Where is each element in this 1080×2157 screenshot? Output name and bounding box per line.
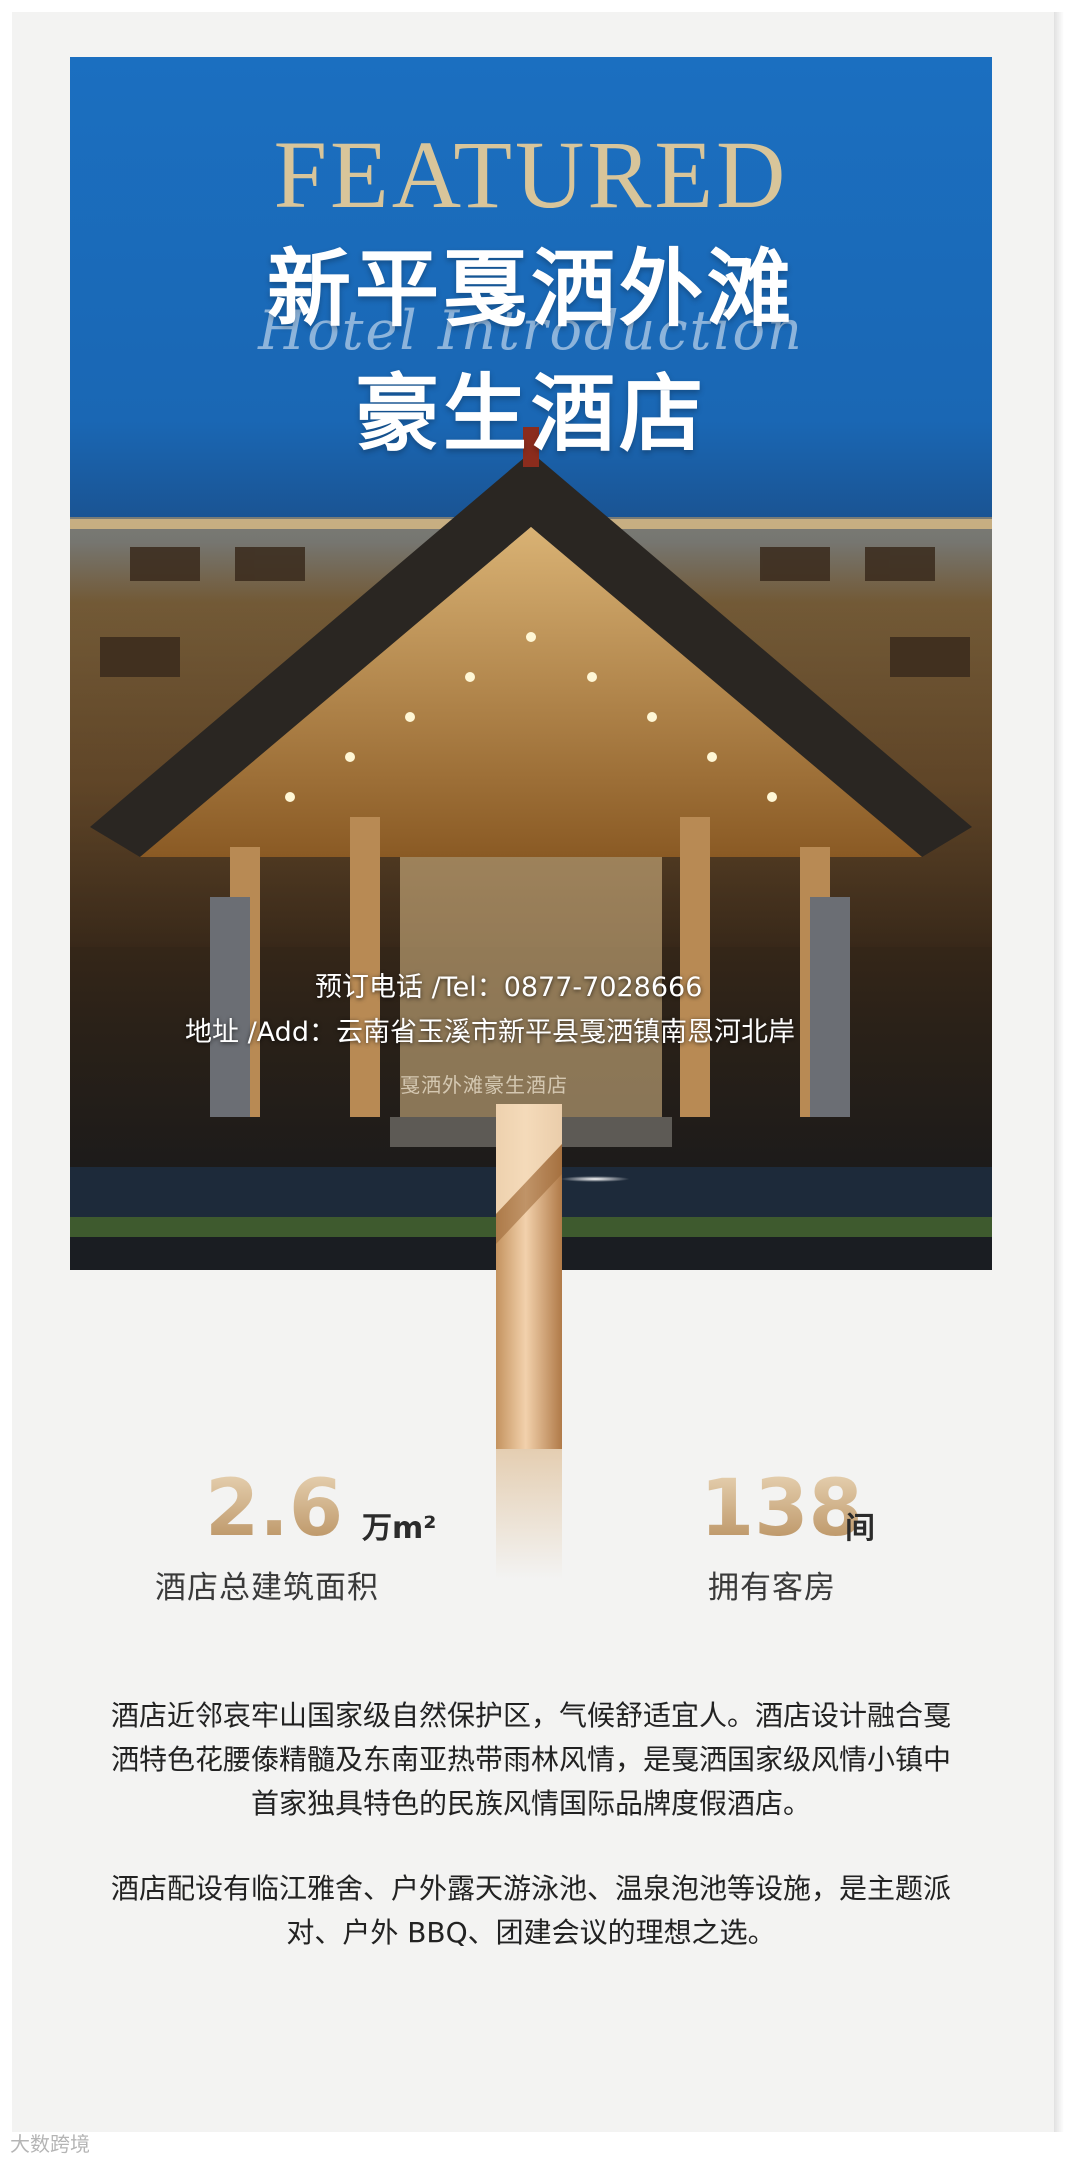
hotel-name-line1: 新平戛洒外滩 <box>266 240 795 338</box>
gold-ornament-bevel <box>496 1104 562 1254</box>
stat-area-value: 2.6 <box>205 1464 344 1554</box>
description-paragraph-1: 酒店近邻哀牢山国家级自然保护区，气候舒适宜人。酒店设计融合戛 洒特色花腰傣精髓及… <box>70 1694 992 1826</box>
entrance-sign: 戛洒外滩豪生酒店 <box>400 1073 568 1097</box>
hotel-photo: FEATURED Hotel Introduction 新平戛洒外滩 豪生酒店 … <box>70 57 992 1270</box>
stat-area-unit: 万m² <box>362 1511 437 1546</box>
description-paragraph-2: 酒店配设有临江雅舍、户外露天游泳池、温泉泡池等设施，是主题派 对、户外 BBQ、… <box>70 1867 992 1955</box>
featured-heading: FEATURED <box>273 121 789 228</box>
booking-phone: 预订电话 /Tel：0877-7028666 <box>315 972 703 1003</box>
sparkle-highlight <box>560 1176 630 1182</box>
text-line: 洒特色花腰傣精髓及东南亚热带雨林风情，是戛洒国家级风情小镇中 <box>110 1743 951 1776</box>
stat-rooms-unit: 间 <box>845 1511 875 1546</box>
hotel-name-line2: 豪生酒店 <box>354 365 707 463</box>
stat-area-label: 酒店总建筑面积 <box>155 1570 379 1606</box>
text-line: 酒店近邻哀牢山国家级自然保护区，气候舒适宜人。酒店设计融合戛 <box>110 1699 951 1732</box>
card-shadow <box>1054 12 1064 2132</box>
text-line: 酒店配设有临江雅舍、户外露天游泳池、温泉泡池等设施，是主题派 <box>110 1872 951 1905</box>
stat-rooms-value: 138 <box>700 1464 863 1554</box>
text-line: 对、户外 BBQ、团建会议的理想之选。 <box>286 1916 776 1949</box>
hotel-address: 地址 /Add：云南省玉溪市新平县戛洒镇南恩河北岸 <box>185 1017 795 1048</box>
stat-rooms-label: 拥有客房 <box>708 1570 836 1606</box>
gold-ornament-reflection <box>496 1449 562 1579</box>
text-line: 首家独具特色的民族风情国际品牌度假酒店。 <box>250 1787 811 1820</box>
